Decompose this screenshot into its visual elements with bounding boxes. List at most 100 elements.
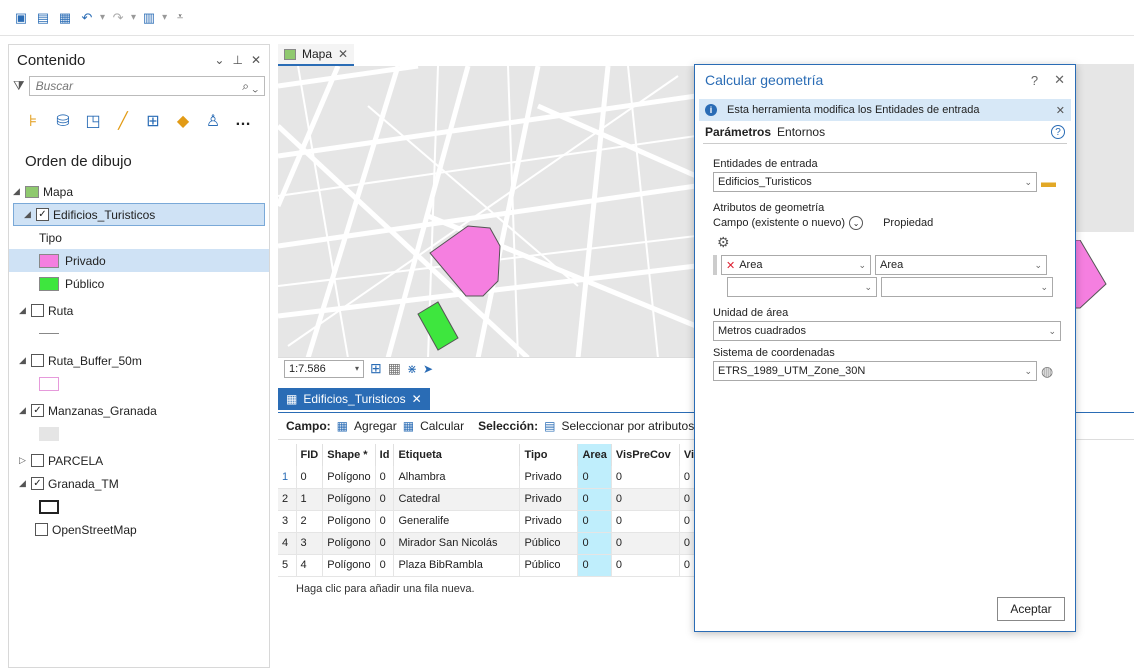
- accept-button[interactable]: Aceptar: [997, 597, 1065, 621]
- pane-menu-icon[interactable]: ⌄: [214, 53, 224, 67]
- collapse-icon[interactable]: ◢: [24, 209, 36, 220]
- layout-icon[interactable]: ▥: [140, 9, 158, 27]
- save-project-icon[interactable]: ▦: [56, 9, 74, 27]
- visibility-checkbox[interactable]: [31, 354, 44, 367]
- column-header[interactable]: Etiqueta: [393, 444, 521, 466]
- table-row[interactable]: 3 2 Polígono 0 Generalife Privado 0 0 0: [278, 510, 714, 533]
- column-header[interactable]: FID: [296, 444, 324, 466]
- map-grid-icon[interactable]: ⊞: [370, 360, 382, 377]
- close-pane-icon[interactable]: ✕: [251, 53, 261, 67]
- attribute-property-select-empty[interactable]: ⌄: [881, 277, 1053, 297]
- layer-ruta[interactable]: ◢ Ruta: [9, 299, 269, 322]
- open-project-icon[interactable]: ▤: [34, 9, 52, 27]
- table-row[interactable]: 2 1 Polígono 0 Catedral Privado 0 0 0: [278, 488, 714, 511]
- list-by-selection-icon[interactable]: ◳: [83, 111, 103, 131]
- collapse-icon[interactable]: ◢: [19, 478, 31, 489]
- collapse-icon[interactable]: ◢: [19, 355, 31, 366]
- pin-icon[interactable]: ⊥: [232, 53, 242, 67]
- table-row[interactable]: 4 3 Polígono 0 Mirador San Nicolás Públi…: [278, 532, 714, 555]
- list-by-editing-icon[interactable]: ╱: [113, 111, 133, 131]
- tab-map[interactable]: Mapa ✕: [278, 44, 355, 66]
- calculate-field-icon[interactable]: ▦: [403, 419, 414, 433]
- list-by-perspective-icon[interactable]: ♙: [203, 111, 223, 131]
- table-row[interactable]: 1 0 Polígono 0 Alhambra Privado 0 0 0: [278, 466, 714, 489]
- close-dialog-icon[interactable]: ✕: [1054, 72, 1065, 88]
- tab-environments[interactable]: Entornos: [777, 125, 825, 139]
- visibility-checkbox[interactable]: ✓: [31, 477, 44, 490]
- search-icon[interactable]: ⌕ ⌄: [242, 79, 258, 94]
- attribute-field-select-empty[interactable]: ⌄: [727, 277, 877, 297]
- close-tab-icon[interactable]: ✕: [412, 392, 422, 406]
- map-view-right[interactable]: [1076, 64, 1134, 232]
- input-features-label: Entidades de entrada: [713, 158, 818, 170]
- layer-granada-tm[interactable]: ◢ ✓ Granada_TM: [9, 472, 269, 495]
- list-by-drawing-order-icon[interactable]: ⊧: [23, 111, 43, 131]
- customize-toolbar-icon[interactable]: ⩡: [171, 9, 189, 27]
- attribute-property-select[interactable]: Area ⌄: [875, 255, 1047, 275]
- scale-selector[interactable]: 1:7.586 ▾: [284, 359, 364, 378]
- calculate-geometry-dialog: Calcular geometría ? ✕ i Esta herramient…: [694, 64, 1076, 632]
- new-project-icon[interactable]: ▣: [12, 9, 30, 27]
- layer-ruta-buffer[interactable]: ◢ Ruta_Buffer_50m: [9, 349, 269, 372]
- search-input[interactable]: Buscar ⌕ ⌄: [28, 76, 265, 96]
- visibility-checkbox[interactable]: ✓: [36, 208, 49, 221]
- dismiss-info-icon[interactable]: ✕: [1056, 104, 1065, 117]
- layer-edificios-turisticos[interactable]: ◢ ✓ Edificios_Turisticos: [13, 203, 265, 226]
- visibility-checkbox[interactable]: [31, 454, 44, 467]
- north-arrow-icon[interactable]: ➤: [423, 362, 433, 376]
- help-button[interactable]: ?: [1031, 73, 1038, 88]
- input-features-select[interactable]: Edificios_Turisticos ⌄: [713, 172, 1037, 192]
- undo-icon[interactable]: ↶: [78, 9, 96, 27]
- filter-icon[interactable]: ⧩: [13, 78, 25, 94]
- close-tab-icon[interactable]: ✕: [338, 47, 348, 61]
- legend-item-publico[interactable]: Público: [9, 272, 269, 295]
- expand-icon[interactable]: ▷: [19, 455, 31, 466]
- add-new-row[interactable]: Haga clic para añadir una fila nueva.: [296, 578, 475, 600]
- visibility-checkbox[interactable]: [31, 304, 44, 317]
- coordinate-system-select[interactable]: ETRS_1989_UTM_Zone_30N ⌄: [713, 361, 1037, 381]
- legend-item-privado[interactable]: Privado: [9, 249, 269, 272]
- column-header[interactable]: VisPreCov: [611, 444, 680, 466]
- tab-parameters[interactable]: Parámetros: [705, 125, 771, 139]
- collapse-icon[interactable]: ◢: [19, 305, 31, 316]
- list-by-snapping-icon[interactable]: ⊞: [143, 111, 163, 131]
- column-header[interactable]: Tipo: [519, 444, 579, 466]
- layer-openstreetmap[interactable]: OpenStreetMap: [9, 518, 269, 541]
- collapse-icon[interactable]: ◢: [13, 186, 25, 197]
- list-by-labeling-icon[interactable]: ◆: [173, 111, 193, 131]
- collapse-icon[interactable]: ◢: [19, 405, 31, 416]
- list-by-source-icon[interactable]: ⛁: [53, 111, 73, 131]
- chevron-down-icon: ⌄: [1024, 176, 1032, 187]
- table-row[interactable]: 5 4 Polígono 0 Plaza BibRambla Público 0…: [278, 554, 714, 577]
- select-by-attributes-icon[interactable]: ▤: [544, 419, 555, 433]
- layer-map[interactable]: ◢ Mapa: [9, 180, 269, 203]
- visibility-checkbox[interactable]: [35, 523, 48, 536]
- remove-row-icon[interactable]: ✕: [726, 259, 735, 272]
- contents-pane: Contenido ⌄ ⊥ ✕ ⧩ Buscar ⌕ ⌄ ⊧ ⛁ ◳ ╱ ⊞ ◆…: [8, 44, 270, 668]
- settings-icon[interactable]: ⚙: [717, 234, 1067, 251]
- calculate-field-button[interactable]: Calcular: [420, 419, 464, 433]
- help-icon[interactable]: ?: [1051, 125, 1065, 139]
- column-header[interactable]: Id: [375, 444, 395, 466]
- column-header[interactable]: Shape *: [322, 444, 376, 466]
- polygon-symbol: [9, 422, 269, 445]
- area-unit-select[interactable]: Metros cuadrados ⌄: [713, 321, 1061, 341]
- column-header[interactable]: Area: [577, 444, 612, 466]
- folder-icon[interactable]: ▬: [1041, 174, 1056, 191]
- layer-manzanas[interactable]: ◢ ✓ Manzanas_Granada: [9, 399, 269, 422]
- property-column-header: Propiedad: [883, 217, 934, 229]
- attribute-field-select[interactable]: ✕ Area ⌄: [721, 255, 871, 275]
- add-field-icon[interactable]: ▦: [337, 419, 348, 433]
- globe-icon[interactable]: ◍: [1041, 363, 1053, 380]
- map-view[interactable]: [278, 66, 696, 378]
- visibility-checkbox[interactable]: ✓: [31, 404, 44, 417]
- tab-attribute-table[interactable]: ▦ Edificios_Turisticos ✕: [278, 388, 430, 410]
- select-by-attributes-button[interactable]: Seleccionar por atributos: [561, 419, 694, 433]
- layer-parcela[interactable]: ▷ PARCELA: [9, 449, 269, 472]
- more-options-icon[interactable]: …: [233, 111, 253, 131]
- table-view-icon[interactable]: ▦: [388, 360, 401, 377]
- redo-icon[interactable]: ↷: [109, 9, 127, 27]
- snapping-icon[interactable]: ⋇: [407, 362, 417, 376]
- add-field-button[interactable]: Agregar: [354, 419, 397, 433]
- expand-circle-icon[interactable]: ⌄: [849, 216, 864, 230]
